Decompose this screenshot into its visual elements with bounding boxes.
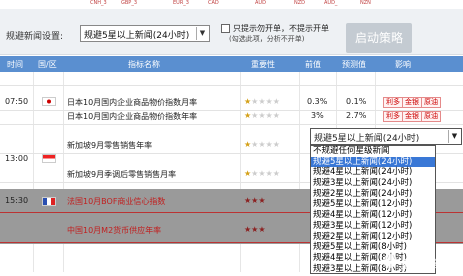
col-importance: 重要性 (251, 60, 275, 69)
impact-tag: 利多 (383, 97, 403, 108)
col-previous: 前值 (305, 60, 321, 69)
ticker-item: GBP_3 (121, 0, 138, 6)
row-time: 15:30 (5, 196, 29, 205)
indicator-name[interactable]: 日本10月国内企业商品物价指数月率 (67, 97, 197, 108)
ticker-item: CAD (208, 0, 219, 6)
japan-flag-icon (42, 97, 56, 106)
news-filter-select[interactable]: 规避5星以上新闻(24小时) ▼ (80, 25, 210, 42)
filter-option[interactable]: 规避3星以上新闻(24小时) (311, 178, 435, 189)
indicator-name[interactable]: 新加坡9月零售销售年率 (67, 140, 152, 151)
checkbox-label: 只提示勿开单，不提示开单 (233, 24, 329, 33)
indicator-name[interactable]: 新加坡9月季调后零售销售月率 (67, 169, 176, 180)
indicator-name[interactable]: 日本10月国内企业商品物价指数年率 (67, 111, 197, 122)
ticker-strip: CNH_3 GBP_3 EUR_3 CAD AUD NZD AUD_ NZN (0, 0, 463, 9)
importance-stars: ★★★★★ (244, 140, 280, 149)
chevron-down-icon[interactable]: ▼ (196, 27, 208, 40)
col-impact: 影响 (395, 60, 411, 69)
impact-tag: 金银 (402, 111, 422, 122)
settings-bar: 规避新闻设置: 规避5星以上新闻(24小时) ▼ 只提示勿开单，不提示开单 (勾… (0, 9, 463, 55)
ticker-item: NZD (294, 0, 306, 6)
forecast-value: 0.1% (346, 97, 367, 106)
importance-stars: ★★★★★ (244, 97, 280, 106)
ticker-item: NZN (360, 0, 371, 6)
col-forecast: 预测值 (342, 60, 366, 69)
table-header: 时间 国/区 指标名称 重要性 前值 预测值 影响 (0, 56, 463, 72)
filter-option[interactable]: 不规避任何星级新闻 (311, 146, 435, 157)
filter-option[interactable]: 规避4星以上新闻(24小时) (311, 167, 435, 178)
row-time: 07:50 (5, 97, 29, 106)
col-time: 时间 (7, 60, 23, 69)
no-open-checkbox[interactable] (221, 24, 230, 33)
filter-option[interactable]: 规避5星以上新闻(12小时) (311, 199, 435, 210)
france-flag-icon (42, 197, 56, 206)
chevron-down-icon[interactable]: ▼ (448, 130, 460, 143)
singapore-flag-icon (42, 154, 56, 163)
row-filter-select[interactable]: 规避5星以上新闻(24小时) ▼ (310, 128, 462, 145)
importance-stars: ★★★ (244, 225, 266, 234)
impact-tag: 原油 (421, 111, 441, 122)
indicator-name[interactable]: 中国10月M2货币供应年率 (67, 225, 161, 236)
watermark-text: 金色财经 (400, 258, 444, 271)
settings-label: 规避新闻设置: (6, 32, 64, 42)
ticker-item: AUD_ (324, 0, 338, 6)
impact-tag: 金银 (402, 97, 422, 108)
checkbox-hint: (勾选此项，分析不开单) (229, 35, 305, 43)
filter-options-list: 不规避任何星级新闻 规避5星以上新闻(24小时) 规避4星以上新闻(24小时) … (310, 145, 436, 274)
col-indicator: 指标名称 (128, 60, 160, 69)
importance-stars: ★★★★★ (244, 169, 280, 178)
importance-stars: ★★★ (244, 196, 266, 205)
ticker-item: EUR_3 (173, 0, 189, 6)
previous-value: 3% (311, 111, 324, 120)
table-row (0, 72, 463, 86)
filter-option[interactable]: 规避2星以上新闻(12小时) (311, 232, 435, 243)
filter-option[interactable]: 规避3星以上新闻(12小时) (311, 221, 435, 232)
col-region: 国/区 (38, 60, 57, 69)
news-filter-value: 规避5星以上新闻(24小时) (84, 31, 190, 41)
filter-option[interactable]: 规避4星以上新闻(12小时) (311, 210, 435, 221)
row-time: 13:00 (5, 154, 29, 163)
previous-value: 0.3% (307, 97, 328, 106)
importance-stars: ★★★★★ (244, 111, 280, 120)
table-row: 日本10月国内企业商品物价指数年率 ★★★★★ 3% 2.7% 利多 金银 原油 (0, 108, 463, 125)
watermark-logo (383, 254, 397, 268)
filter-option-selected[interactable]: 规避5星以上新闻(24小时) (311, 156, 435, 168)
row-filter-value: 规避5星以上新闻(24小时) (314, 134, 420, 144)
ticker-item: CNH_3 (90, 0, 107, 6)
ticker-item: AUD (255, 0, 266, 6)
filter-option[interactable]: 规避5星以上新闻(8小时) (311, 242, 435, 253)
forecast-value: 2.7% (346, 111, 367, 120)
indicator-name[interactable]: 法国10月BOF商业信心指数 (67, 196, 165, 207)
filter-option[interactable]: 规避2星以上新闻(24小时) (311, 189, 435, 200)
impact-tag: 原油 (421, 97, 441, 108)
start-strategy-button[interactable]: 启动策略 (346, 23, 412, 53)
impact-tag: 利多 (383, 111, 403, 122)
